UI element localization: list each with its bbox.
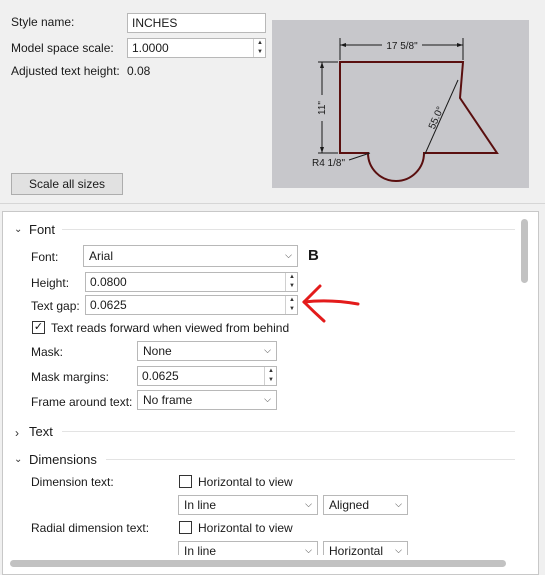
chevron-down-icon: ⌵: [305, 545, 312, 555]
dim-text-position-value: In line: [184, 498, 217, 512]
chevron-down-icon: ⌵: [395, 499, 402, 509]
style-settings-panel: Style name: INCHES Model space scale: 1.…: [0, 0, 545, 205]
spin-down-icon[interactable]: ▼: [286, 282, 298, 291]
frame-dropdown-value: No frame: [143, 393, 193, 407]
section-divider: [62, 229, 515, 230]
model-space-scale-label: Model space scale:: [11, 41, 114, 55]
style-name-input[interactable]: INCHES: [127, 13, 266, 33]
dimensions-section-header[interactable]: Dimensions: [29, 452, 97, 467]
spinner-arrows[interactable]: ▲ ▼: [285, 296, 297, 314]
panel-divider: [0, 203, 545, 204]
radial-horizontal-label: Horizontal to view: [198, 521, 293, 535]
style-name-label: Style name:: [11, 15, 75, 29]
mask-label: Mask:: [31, 345, 64, 359]
spin-down-icon[interactable]: ▼: [254, 48, 266, 57]
font-dropdown[interactable]: Arial ⌵: [83, 245, 298, 267]
spin-up-icon[interactable]: ▲: [286, 296, 298, 305]
dimension-text-label: Dimension text:: [31, 475, 114, 489]
chevron-down-icon: ⌵: [395, 545, 402, 555]
preview-angle-dim: 55.0°: [427, 105, 447, 131]
model-space-scale-spinner[interactable]: 1.0000 ▲ ▼: [127, 38, 266, 58]
chevron-down-icon: ⌵: [305, 499, 312, 509]
reads-forward-label: Text reads forward when viewed from behi…: [51, 321, 290, 335]
dim-horizontal-label: Horizontal to view: [198, 475, 293, 489]
preview-width-dim: 17 5/8": [386, 41, 418, 52]
height-value: 0.0800: [90, 275, 127, 289]
chevron-right-icon[interactable]: ›: [15, 426, 19, 440]
height-label: Height:: [31, 276, 70, 290]
preview-drawing: 17 5/8" 11" 55.0° R4 1/8": [312, 38, 499, 182]
spin-down-icon[interactable]: ▼: [265, 376, 277, 385]
mask-dropdown-value: None: [143, 344, 172, 358]
preview-radius-dim: R4 1/8": [312, 158, 345, 169]
chevron-down-icon: ⌵: [285, 250, 292, 260]
chevron-down-icon[interactable]: ⌄: [14, 454, 22, 465]
mask-dropdown[interactable]: None ⌵: [137, 341, 277, 361]
adjusted-text-height-label: Adjusted text height:: [11, 64, 120, 78]
bold-toggle-button[interactable]: B: [308, 247, 319, 264]
frame-around-text-label: Frame around text:: [31, 395, 133, 409]
dim-horizontal-checkbox[interactable]: [179, 475, 192, 488]
vertical-scrollbar-thumb[interactable]: [521, 219, 528, 283]
preview-height-dim: 11": [317, 101, 328, 115]
font-section-header[interactable]: Font: [29, 222, 55, 237]
model-space-scale-value: 1.0000: [132, 41, 169, 55]
spinner-arrows[interactable]: ▲ ▼: [285, 273, 297, 291]
reads-forward-checkbox[interactable]: ✓: [32, 321, 45, 334]
horizontal-scrollbar-thumb[interactable]: [10, 560, 506, 567]
spinner-arrows[interactable]: ▲ ▼: [253, 39, 265, 57]
radial-orientation-value: Horizontal: [329, 544, 384, 555]
radial-position-value: In line: [184, 544, 217, 555]
mask-margins-spinner[interactable]: 0.0625 ▲ ▼: [137, 366, 277, 386]
text-gap-spinner[interactable]: 0.0625 ▲ ▼: [85, 295, 298, 315]
dimension-style-preview: 17 5/8" 11" 55.0° R4 1/8": [272, 20, 529, 188]
radial-orientation-dropdown[interactable]: Horizontal ⌵: [323, 541, 408, 555]
frame-around-text-dropdown[interactable]: No frame ⌵: [137, 390, 277, 410]
dim-text-orientation-dropdown[interactable]: Aligned ⌵: [323, 495, 408, 515]
font-label: Font:: [31, 250, 59, 264]
annotation-arrow-icon: [302, 284, 360, 323]
radial-position-dropdown[interactable]: In line ⌵: [178, 541, 318, 555]
section-divider: [62, 431, 515, 432]
mask-margins-label: Mask margins:: [31, 370, 110, 384]
spin-down-icon[interactable]: ▼: [286, 305, 298, 314]
chevron-down-icon: ⌵: [264, 345, 271, 355]
height-spinner[interactable]: 0.0800 ▲ ▼: [85, 272, 298, 292]
text-gap-label: Text gap:: [31, 299, 80, 313]
chevron-down-icon[interactable]: ⌄: [14, 224, 22, 235]
spin-up-icon[interactable]: ▲: [265, 367, 277, 376]
radial-horizontal-checkbox[interactable]: [179, 521, 192, 534]
text-section-header[interactable]: Text: [29, 424, 53, 439]
mask-margins-value: 0.0625: [142, 369, 179, 383]
font-dropdown-value: Arial: [89, 249, 114, 263]
scale-all-sizes-button[interactable]: Scale all sizes: [11, 173, 123, 195]
section-divider: [106, 459, 515, 460]
dim-text-position-dropdown[interactable]: In line ⌵: [178, 495, 318, 515]
spinner-arrows[interactable]: ▲ ▼: [264, 367, 276, 385]
chevron-down-icon: ⌵: [264, 394, 271, 404]
spin-up-icon[interactable]: ▲: [254, 39, 266, 48]
dim-text-orientation-value: Aligned: [329, 498, 370, 512]
text-gap-value: 0.0625: [90, 298, 127, 312]
adjusted-text-height-value: 0.08: [127, 64, 151, 78]
radial-dimension-text-label: Radial dimension text:: [31, 521, 150, 535]
spin-up-icon[interactable]: ▲: [286, 273, 298, 282]
